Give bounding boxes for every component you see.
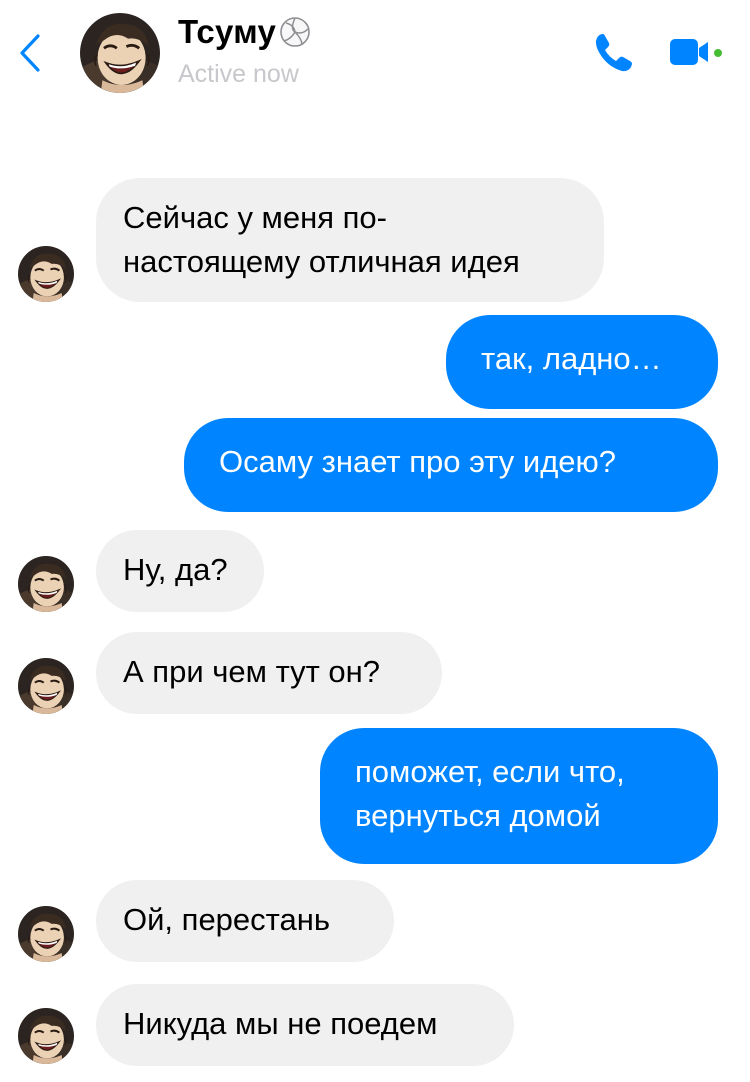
- contact-avatar-small[interactable]: [18, 906, 74, 962]
- contact-avatar-small[interactable]: [18, 1008, 74, 1064]
- chevron-left-icon: [20, 34, 40, 72]
- voice-call-button[interactable]: [592, 30, 636, 74]
- message-line: Осаму знает про эту идею?: [219, 444, 617, 479]
- volleyball-icon: [280, 17, 310, 47]
- message-line: вернуться домой: [355, 798, 601, 833]
- contact-name: Тсуму: [178, 13, 277, 50]
- message-bubble-incoming[interactable]: Ну, да?: [96, 530, 264, 612]
- message-line: А при чем тут он?: [123, 654, 381, 689]
- message-bubble-outgoing[interactable]: Осаму знает про эту идею?: [184, 418, 718, 512]
- message-line: так, ладно…: [481, 341, 662, 376]
- contact-status: Active now: [178, 60, 299, 88]
- chat-header: Тсуму Active now: [0, 0, 750, 110]
- message-line: Никуда мы не поедем: [123, 1006, 438, 1041]
- message-bubble-incoming[interactable]: Ой, перестань: [96, 880, 394, 962]
- video-call-button[interactable]: [668, 34, 740, 70]
- contact-avatar-small[interactable]: [18, 556, 74, 612]
- contact-name-row[interactable]: Тсуму: [178, 12, 312, 52]
- message-line: Сейчас у меня по-: [123, 200, 387, 235]
- message-line: настоящему отличная идея: [123, 244, 520, 279]
- message-line: Ну, да?: [123, 552, 228, 587]
- phone-icon: [596, 34, 632, 72]
- message-line: поможет, если что,: [355, 754, 625, 789]
- message-bubble-incoming[interactable]: А при чем тут он?: [96, 632, 442, 714]
- message-line: Ой, перестань: [123, 902, 331, 937]
- message-bubble-incoming[interactable]: Никуда мы не поедем: [96, 984, 514, 1066]
- message-bubble-outgoing[interactable]: так, ладно…: [446, 315, 718, 409]
- message-bubble-incoming[interactable]: Сейчас у меня по- настоящему отличная ид…: [96, 178, 604, 302]
- contact-avatar-small[interactable]: [18, 658, 74, 714]
- contact-avatar[interactable]: [80, 13, 160, 93]
- video-camera-icon: [670, 39, 722, 65]
- contact-avatar-small[interactable]: [18, 246, 74, 302]
- message-bubble-outgoing[interactable]: поможет, если что, вернуться домой: [320, 728, 718, 864]
- online-indicator: [714, 49, 722, 57]
- back-button[interactable]: [14, 30, 46, 76]
